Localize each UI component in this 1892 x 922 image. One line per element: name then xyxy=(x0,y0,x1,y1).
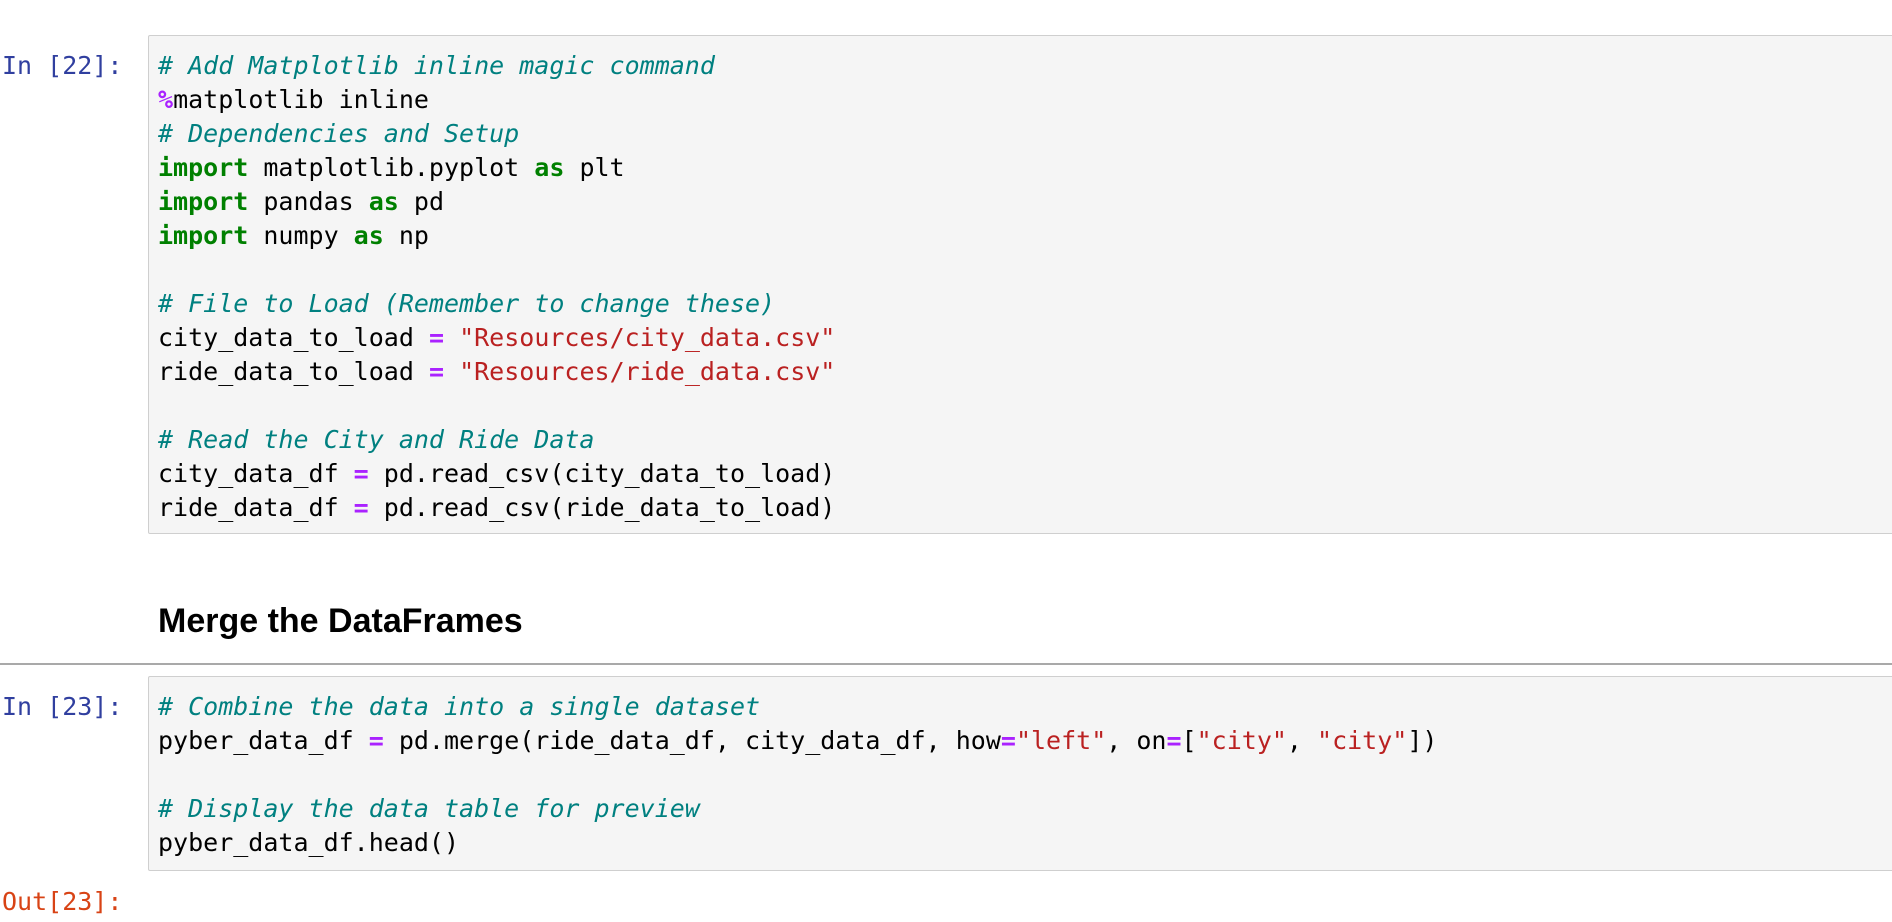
code-line: import matplotlib.pyplot as plt xyxy=(158,151,1892,185)
keyword-token: import xyxy=(158,187,249,216)
code-text: plt xyxy=(564,153,625,182)
comment-token: # Display the data table for preview xyxy=(158,794,700,823)
comment-token: # Combine the data into a single dataset xyxy=(158,692,761,721)
code-line: import numpy as np xyxy=(158,219,1892,253)
code-line: # Read the City and Ride Data xyxy=(158,423,1892,457)
code-line: # Dependencies and Setup xyxy=(158,117,1892,151)
code-text: pyber_data_df xyxy=(158,726,369,755)
code-text: , xyxy=(1286,726,1318,755)
code-text: pd xyxy=(398,187,444,216)
operator-token: = xyxy=(368,726,384,755)
code-line: %matplotlib inline xyxy=(158,83,1892,117)
code-line: city_data_df = pd.read_csv(city_data_to_… xyxy=(158,457,1892,491)
operator-token: = xyxy=(1166,726,1182,755)
markdown-heading: Merge the DataFrames xyxy=(158,602,523,640)
code-text: city_data_to_load xyxy=(158,323,429,352)
keyword-token: as xyxy=(353,221,384,250)
code-text: matplotlib inline xyxy=(173,85,429,114)
code-text: ride_data_df xyxy=(158,493,354,522)
code-text: ]) xyxy=(1407,726,1438,755)
string-token: "city" xyxy=(1196,726,1287,755)
output-prompt: Out[23]: xyxy=(2,887,123,916)
code-line: import pandas as pd xyxy=(158,185,1892,219)
cell-2-input-prompt: In [23]: xyxy=(2,692,123,721)
operator-token: % xyxy=(158,85,174,114)
code-text: ride_data_to_load xyxy=(158,357,429,386)
string-token: "Resources/ride_data.csv" xyxy=(459,357,836,386)
comment-token: # Read the City and Ride Data xyxy=(158,425,595,454)
operator-token: = xyxy=(1000,726,1016,755)
code-line: # Combine the data into a single dataset xyxy=(158,690,1892,724)
code-text: pandas xyxy=(248,187,369,216)
code-text: [ xyxy=(1181,726,1197,755)
code-line: ride_data_to_load = "Resources/ride_data… xyxy=(158,355,1892,389)
string-token: "left" xyxy=(1015,726,1107,755)
code-text: pd.read_csv(city_data_to_load) xyxy=(368,459,836,488)
code-text: pd.read_csv(ride_data_to_load) xyxy=(368,493,836,522)
string-token: "city" xyxy=(1317,726,1408,755)
code-line: ride_data_df = pd.read_csv(ride_data_to_… xyxy=(158,491,1892,525)
operator-token: = xyxy=(353,459,369,488)
code-text: np xyxy=(383,221,429,250)
code-text: pyber_data_df.head() xyxy=(158,828,460,857)
comment-token: # Dependencies and Setup xyxy=(158,119,520,148)
code-line: # Add Matplotlib inline magic command xyxy=(158,49,1892,83)
comment-token: # File to Load (Remember to change these… xyxy=(158,289,776,318)
code-text: matplotlib.pyplot xyxy=(248,153,535,182)
code-line: pyber_data_df.head() xyxy=(158,826,1892,860)
operator-token: = xyxy=(428,323,444,352)
operator-token: = xyxy=(428,357,444,386)
cell-1-input-prompt: In [22]: xyxy=(2,51,123,80)
code-line: pyber_data_df = pd.merge(ride_data_df, c… xyxy=(158,724,1892,758)
code-cell-1-editor[interactable]: # Add Matplotlib inline magic command %ma… xyxy=(148,35,1892,534)
code-line: # File to Load (Remember to change these… xyxy=(158,287,1892,321)
keyword-token: as xyxy=(368,187,399,216)
keyword-token: as xyxy=(534,153,565,182)
comment-token: # Add Matplotlib inline magic command xyxy=(158,51,715,80)
keyword-token: import xyxy=(158,153,249,182)
code-text: pd.merge(ride_data_df, city_data_df, how xyxy=(383,726,1001,755)
cell-divider xyxy=(0,663,1892,665)
code-text: numpy xyxy=(248,221,354,250)
code-text: , on xyxy=(1106,726,1167,755)
code-cell-2-editor[interactable]: # Combine the data into a single dataset… xyxy=(148,676,1892,871)
operator-token: = xyxy=(353,493,369,522)
keyword-token: import xyxy=(158,221,249,250)
code-line: # Display the data table for preview xyxy=(158,792,1892,826)
code-text: city_data_df xyxy=(158,459,354,488)
code-line: city_data_to_load = "Resources/city_data… xyxy=(158,321,1892,355)
string-token: "Resources/city_data.csv" xyxy=(459,323,836,352)
